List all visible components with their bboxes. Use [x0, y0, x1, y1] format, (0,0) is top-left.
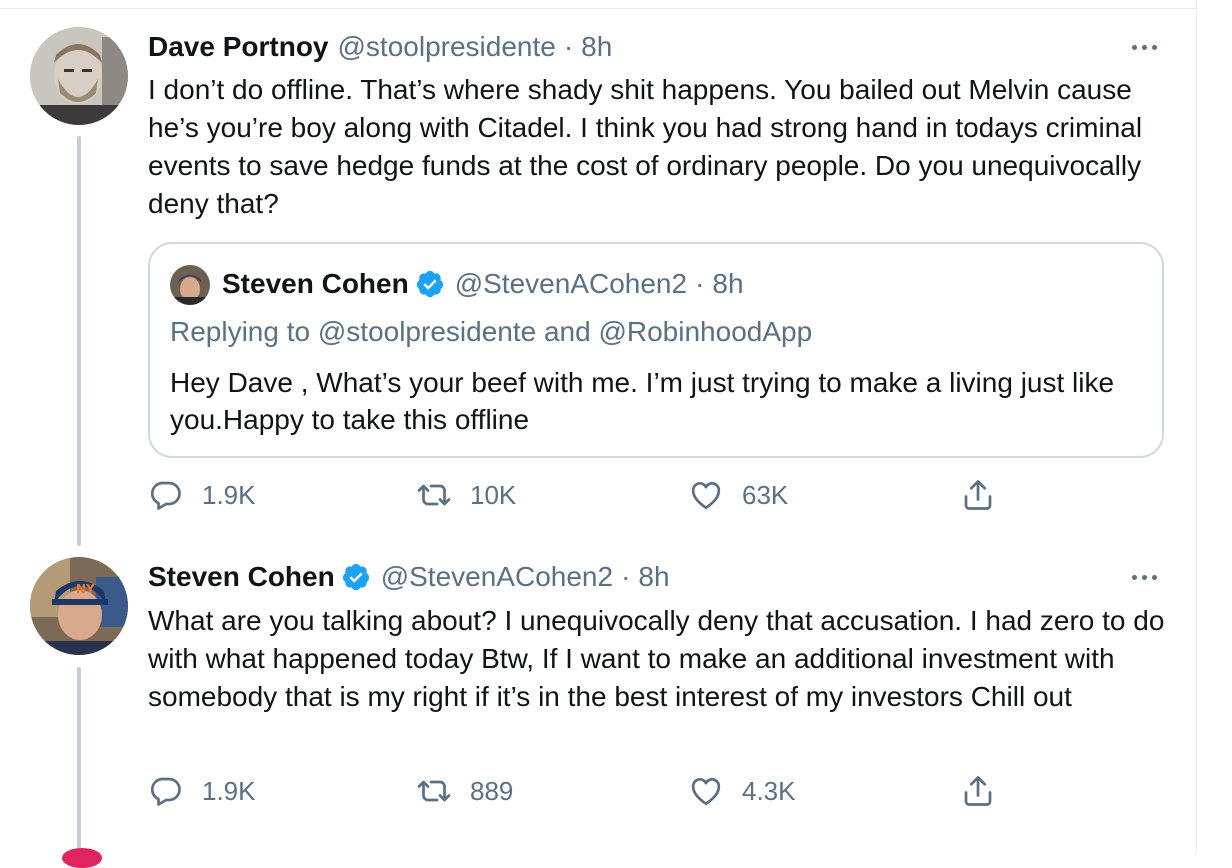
quoted-timestamp: 8h	[712, 268, 744, 299]
avatar-dave-portnoy[interactable]	[30, 27, 128, 125]
more-icon[interactable]	[1132, 45, 1157, 50]
reply-icon	[150, 777, 181, 806]
verified-badge-icon	[416, 270, 443, 298]
retweet-count: 889	[470, 775, 514, 806]
share-icon	[964, 480, 992, 510]
tweet-text: What are you talking about? I unequivoca…	[148, 605, 1165, 712]
author-handle[interactable]: @StevenACohen2	[381, 561, 613, 593]
svg-text:NY: NY	[76, 582, 95, 596]
avatar-steven-cohen[interactable]: NY	[30, 557, 128, 655]
quoted-author-name: Steven Cohen	[222, 268, 409, 299]
replying-to-text[interactable]: Replying to @stoolpresidente and @Robinh…	[170, 316, 812, 348]
tweet-text: I don’t do offline. That’s where shady s…	[148, 74, 1143, 219]
share-icon	[964, 776, 992, 806]
retweet-count: 10K	[470, 479, 517, 510]
reply-icon	[150, 481, 181, 510]
tweet-header: Steven Cohen @StevenACohen2 · 8h	[148, 561, 670, 593]
next-avatar-peek[interactable]	[62, 848, 102, 868]
retweet-button[interactable]: 10K	[416, 477, 516, 513]
timeline-top-border	[0, 8, 1196, 9]
verified-badge-icon	[342, 563, 369, 591]
thread-connector	[77, 667, 81, 854]
timeline-right-border	[1196, 0, 1197, 854]
reply-count: 1.9K	[202, 775, 256, 806]
like-icon	[691, 778, 721, 806]
reply-button[interactable]: 1.9K	[148, 773, 256, 809]
quoted-avatar-steven-cohen	[170, 265, 210, 305]
like-count: 63K	[742, 479, 789, 510]
tweet-header: Dave Portnoy @stoolpresidente · 8h	[148, 31, 612, 63]
thread-connector	[77, 136, 81, 546]
like-icon	[691, 482, 721, 510]
retweet-icon	[417, 484, 451, 506]
reply-button[interactable]: 1.9K	[148, 477, 256, 513]
author-name[interactable]: Steven Cohen	[148, 561, 335, 593]
quoted-author-handle: @StevenACohen2	[454, 268, 688, 299]
quoted-tweet[interactable]: Steven Cohen @StevenACohen2 · 8h Replyin…	[148, 242, 1164, 458]
tweet-actions: 1.9K 889 4.3K	[148, 773, 1048, 817]
like-button[interactable]: 4.3K	[688, 773, 796, 809]
tweet-actions: 1.9K 10K 63K	[148, 477, 1048, 521]
like-count: 4.3K	[742, 775, 796, 806]
retweet-icon	[417, 780, 451, 802]
header-separator: ·	[621, 561, 631, 592]
reply-count: 1.9K	[202, 479, 256, 510]
author-handle[interactable]: @stoolpresidente	[338, 31, 556, 63]
quoted-header-separator: ·	[695, 268, 705, 299]
share-button[interactable]	[960, 477, 996, 513]
author-name[interactable]: Dave Portnoy	[148, 31, 329, 63]
tweet-timestamp[interactable]: 8h	[581, 31, 612, 63]
like-button[interactable]: 63K	[688, 477, 788, 513]
tweet-timestamp[interactable]: 8h	[638, 561, 669, 593]
share-button[interactable]	[960, 773, 996, 809]
header-separator: ·	[563, 31, 574, 62]
quoted-tweet-header: Steven Cohen @StevenACohen2 · 8h	[222, 268, 744, 300]
more-icon[interactable]	[1132, 575, 1157, 580]
quoted-tweet-text: Hey Dave , What’s your beef with me. I’m…	[170, 367, 1115, 435]
retweet-button[interactable]: 889	[416, 773, 513, 809]
